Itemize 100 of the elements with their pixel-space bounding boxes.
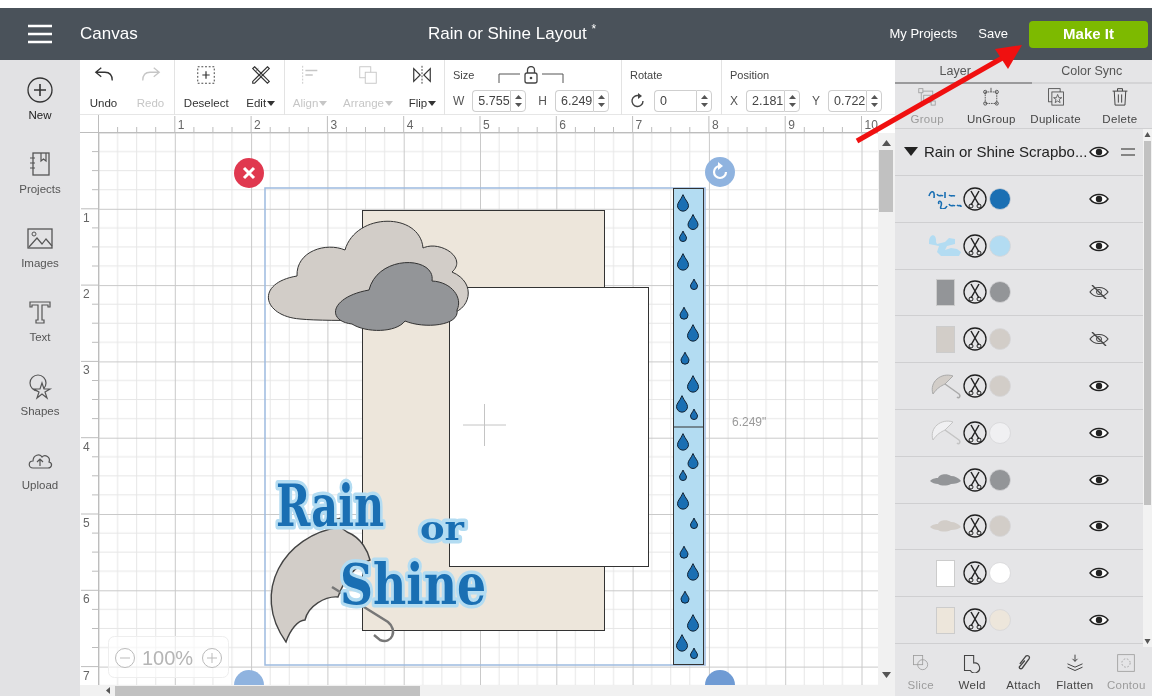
ruler-number: 6 bbox=[83, 592, 90, 607]
height-field[interactable]: 6.249 bbox=[555, 90, 593, 112]
stepper-button[interactable] bbox=[593, 90, 609, 112]
group-icon bbox=[917, 87, 938, 107]
layer-thumbnail bbox=[929, 420, 961, 446]
layer-tool-button[interactable]: Attach bbox=[997, 646, 1050, 696]
layer-tool-button[interactable]: Weld bbox=[946, 646, 998, 696]
y-label: Y bbox=[812, 93, 821, 110]
color-swatch[interactable] bbox=[989, 515, 1011, 538]
lock-handle[interactable] bbox=[234, 670, 264, 685]
shapes-button[interactable]: Shapes bbox=[0, 372, 80, 446]
ruler-number: 3 bbox=[330, 118, 338, 132]
toolbar-button[interactable]: Flip bbox=[408, 60, 437, 115]
color-swatch[interactable] bbox=[989, 375, 1011, 398]
ruler-number: 4 bbox=[83, 439, 90, 454]
new-button[interactable]: New bbox=[0, 76, 80, 150]
scissors-icon bbox=[963, 186, 987, 211]
layer-thumbnail bbox=[929, 473, 961, 486]
toolbar-button[interactable]: Undo bbox=[89, 60, 118, 115]
letter-t-icon bbox=[26, 298, 54, 326]
scissors-icon bbox=[963, 467, 987, 492]
ruler-number: 4 bbox=[406, 118, 414, 132]
eye-slash-icon[interactable] bbox=[1089, 285, 1109, 300]
ruler-number: 3 bbox=[83, 363, 90, 378]
eye-icon[interactable] bbox=[1089, 425, 1109, 440]
plus-icon bbox=[26, 76, 54, 104]
zoom-level: 100% bbox=[142, 647, 194, 669]
layer-thumbnail bbox=[929, 373, 961, 399]
layer-thumbnail bbox=[935, 279, 955, 306]
ruler-number: 9 bbox=[788, 118, 795, 132]
stepper-button[interactable] bbox=[784, 90, 800, 112]
color-swatch[interactable] bbox=[989, 234, 1011, 257]
eye-slash-icon[interactable] bbox=[1089, 332, 1109, 347]
stepper-button[interactable] bbox=[696, 90, 712, 112]
images-button[interactable]: Images bbox=[0, 224, 80, 298]
crosshair-icon bbox=[462, 403, 507, 447]
flatten-icon bbox=[1064, 653, 1085, 673]
rotate-icon bbox=[630, 93, 646, 109]
rotate-handle[interactable] bbox=[705, 157, 735, 187]
eye-icon[interactable] bbox=[1089, 613, 1109, 628]
stepper-icon bbox=[699, 93, 709, 109]
pencil-ruler-icon bbox=[249, 64, 272, 86]
color-swatch[interactable] bbox=[989, 328, 1011, 351]
position-label: Position bbox=[730, 67, 770, 83]
x-field[interactable]: 2.181 bbox=[746, 90, 784, 112]
scissors-icon bbox=[963, 327, 987, 352]
eye-icon[interactable] bbox=[1089, 472, 1109, 487]
color-swatch[interactable] bbox=[989, 562, 1011, 585]
save-link[interactable]: Save bbox=[978, 24, 1008, 44]
toolbar-button[interactable]: Deselect bbox=[183, 60, 229, 115]
color-swatch[interactable] bbox=[989, 281, 1011, 304]
scissors-icon bbox=[963, 374, 987, 399]
eye-icon[interactable] bbox=[1089, 145, 1109, 159]
width-field[interactable]: 5.755 bbox=[472, 90, 511, 112]
arrange-icon bbox=[357, 64, 379, 86]
layer-thumbnail bbox=[928, 188, 962, 209]
ruler-number: 8 bbox=[711, 118, 719, 132]
delete-handle[interactable] bbox=[234, 158, 264, 188]
color-swatch[interactable] bbox=[989, 468, 1011, 491]
stepper-button[interactable] bbox=[510, 90, 527, 112]
projects-button[interactable]: Projects bbox=[0, 150, 80, 224]
scissors-icon bbox=[963, 420, 987, 445]
layer-action-button[interactable]: UnGroup bbox=[959, 84, 1024, 128]
ruler-number: 7 bbox=[635, 118, 643, 132]
y-field[interactable]: 0.722 bbox=[828, 90, 867, 112]
panel-tab[interactable]: Color Sync bbox=[1031, 60, 1152, 84]
eye-icon[interactable] bbox=[1089, 566, 1109, 581]
toolbar-button[interactable]: Edit bbox=[246, 60, 276, 115]
drag-handle-icon bbox=[1121, 148, 1135, 156]
resize-handle[interactable] bbox=[705, 670, 735, 685]
ruler-number: 6 bbox=[559, 118, 566, 132]
scissors-icon bbox=[963, 561, 987, 586]
eye-icon[interactable] bbox=[1089, 519, 1109, 534]
scissors-icon bbox=[963, 608, 987, 633]
stepper-button[interactable] bbox=[866, 90, 883, 112]
layer-action-button[interactable]: Duplicate bbox=[1023, 84, 1088, 128]
scissors-icon bbox=[963, 280, 987, 305]
group-name[interactable]: Rain or Shine Scrapbo... bbox=[924, 140, 1088, 164]
color-swatch[interactable] bbox=[989, 187, 1011, 210]
upload-button[interactable]: Upload bbox=[0, 446, 80, 520]
eye-icon[interactable] bbox=[1089, 238, 1109, 253]
text-button[interactable]: Text bbox=[0, 298, 80, 372]
vertical-scrollbar[interactable] bbox=[878, 133, 895, 685]
rotate-field[interactable]: 0 bbox=[654, 90, 696, 112]
layer-action-button[interactable]: Delete bbox=[1087, 84, 1152, 128]
slice-icon bbox=[910, 653, 931, 673]
weld-icon bbox=[962, 653, 983, 673]
dimension-label: 6.249" bbox=[732, 415, 767, 429]
ungroup-icon bbox=[981, 87, 1002, 107]
eye-icon[interactable] bbox=[1089, 191, 1109, 206]
stepper-icon bbox=[869, 93, 879, 109]
ruler-number: 5 bbox=[83, 516, 90, 530]
menu-icon[interactable] bbox=[27, 24, 53, 44]
layer-thumbnail bbox=[935, 325, 955, 353]
my-projects-link[interactable]: My Projects bbox=[889, 24, 958, 44]
document-title: Rain or Shine Layout $^{*}$ bbox=[428, 21, 597, 46]
layer-tool-button[interactable]: Flatten bbox=[1049, 646, 1101, 696]
ruler-number: 1 bbox=[177, 118, 185, 132]
duplicate-icon bbox=[1045, 87, 1066, 107]
eye-icon[interactable] bbox=[1089, 379, 1109, 394]
